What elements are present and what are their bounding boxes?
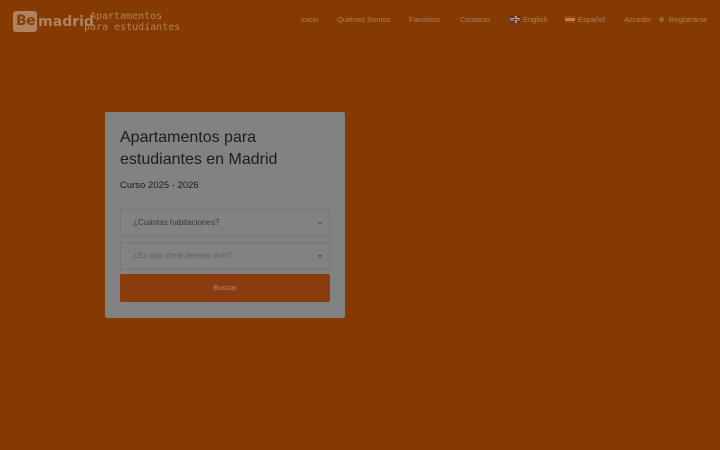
chevron-down-icon [318, 255, 322, 258]
nav-language-espanol[interactable]: Español [565, 15, 605, 24]
nav-registrarse[interactable]: Registrarse [659, 15, 707, 24]
nav-quienes-somos[interactable]: Quiénes Somos [337, 15, 390, 24]
user-icon [659, 17, 664, 22]
card-subtitle: Curso 2025 - 2026 [120, 180, 199, 191]
search-card: Apartamentos para estudiantes en Madrid … [105, 112, 345, 318]
chevron-down-icon [318, 222, 322, 225]
nav-english-label: English [523, 15, 548, 24]
nav-language-english[interactable]: English [510, 15, 548, 24]
zone-select[interactable]: ¿En que zona deseas vivir? [120, 242, 330, 270]
nav-favoritos[interactable]: Favoritos [409, 15, 440, 24]
nav-inicio[interactable]: Inicio [301, 15, 319, 24]
nav-registrarse-label: Registrarse [669, 15, 708, 24]
spain-flag-icon [565, 16, 575, 23]
uk-flag-icon [510, 16, 520, 23]
nav-espanol-label: Español [578, 15, 606, 24]
site-header: Be madrid Apartamentos para estudiantes … [0, 0, 720, 42]
rooms-select[interactable]: ¿Cuántas habitaciones? [120, 209, 330, 237]
main-nav: Inicio Quiénes Somos Favoritos Contacto … [0, 15, 720, 27]
nav-acceder[interactable]: Acceder [624, 15, 652, 24]
zone-select-placeholder: ¿En que zona deseas vivir? [133, 251, 232, 260]
card-title: Apartamentos para estudiantes en Madrid [120, 129, 278, 168]
nav-contacto[interactable]: Contacto [460, 15, 490, 24]
search-button[interactable]: Buscar [120, 274, 330, 302]
rooms-select-placeholder: ¿Cuántas habitaciones? [133, 218, 220, 227]
